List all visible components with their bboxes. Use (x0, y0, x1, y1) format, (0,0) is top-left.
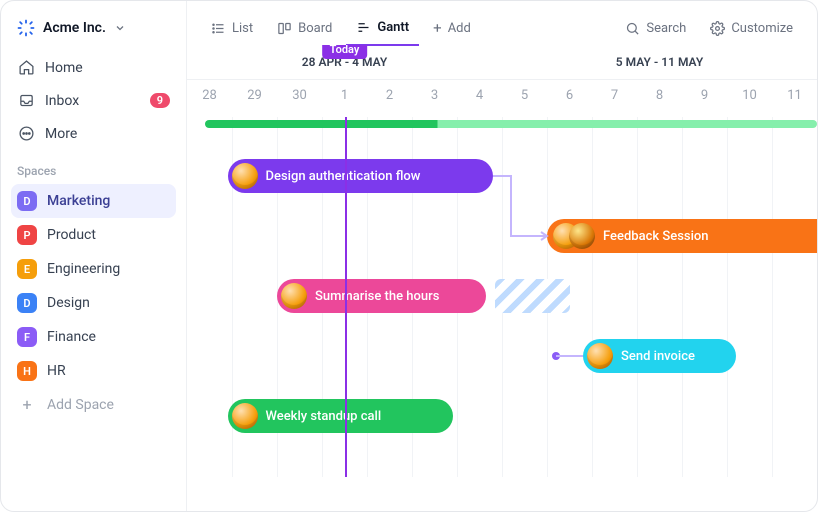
view-add[interactable]: + Add (423, 11, 481, 45)
nav-inbox-label: Inbox (45, 93, 79, 109)
timeline-days: 2829301234567891011Today (187, 80, 817, 117)
sidebar-space-finance[interactable]: F Finance (11, 320, 176, 354)
logo-icon (17, 19, 35, 37)
day-header: 30 (277, 80, 322, 117)
view-list-label: List (232, 21, 253, 36)
today-line (345, 117, 347, 477)
day-header: 5 (502, 80, 547, 117)
view-add-label: Add (448, 21, 471, 36)
gantt-task[interactable]: Summarise the hours (277, 279, 486, 313)
space-label: HR (47, 363, 66, 379)
sidebar-space-hr[interactable]: H HR (11, 354, 176, 388)
task-avatar (232, 403, 258, 429)
spaces-title: Spaces (11, 150, 176, 184)
day-header: 6 (547, 80, 592, 117)
space-label: Engineering (47, 261, 120, 277)
search-icon (625, 21, 640, 36)
inbox-badge: 9 (150, 93, 170, 108)
list-icon (211, 21, 226, 36)
view-gantt[interactable]: Gantt (346, 12, 419, 46)
week-label: 5 MAY - 11 MAY (502, 45, 817, 79)
board-icon (277, 21, 292, 36)
day-header: 8 (637, 80, 682, 117)
task-extension (495, 279, 569, 313)
space-badge: D (17, 191, 37, 211)
space-badge: F (17, 327, 37, 347)
space-label: Product (47, 227, 96, 243)
today-label: Today (322, 45, 368, 59)
sidebar-space-product[interactable]: P Product (11, 218, 176, 252)
toolbar: List Board Gantt + Add Search (187, 1, 817, 45)
day-header: 3 (412, 80, 457, 117)
nav-more-label: More (45, 126, 77, 142)
overall-progress-bar (205, 120, 817, 128)
timeline-weeks: 28 APR - 4 MAY 5 MAY - 11 MAY (187, 45, 817, 80)
day-header: 2 (367, 80, 412, 117)
search-button[interactable]: Search (615, 13, 696, 44)
inbox-icon (17, 92, 35, 109)
gantt-task[interactable]: Design authentication flow (228, 159, 494, 193)
nav-home-label: Home (45, 60, 83, 76)
gear-icon (710, 21, 725, 36)
dependency-dot (552, 352, 560, 360)
sidebar-space-engineering[interactable]: E Engineering (11, 252, 176, 286)
space-label: Marketing (47, 193, 110, 209)
day-header: 9 (682, 80, 727, 117)
view-board[interactable]: Board (267, 13, 342, 44)
space-badge: D (17, 293, 37, 313)
gantt-task[interactable]: Send invoice (583, 339, 736, 373)
customize-label: Customize (731, 21, 793, 36)
search-label: Search (646, 21, 686, 36)
workspace-name: Acme Inc. (43, 20, 106, 36)
plus-icon: + (17, 395, 37, 414)
day-header: 28 (187, 80, 232, 117)
task-label: Weekly standup call (266, 409, 382, 424)
home-icon (17, 59, 35, 76)
plus-icon: + (433, 19, 442, 37)
task-label: Design authentication flow (266, 169, 421, 184)
task-label: Send invoice (621, 349, 695, 364)
main: List Board Gantt + Add Search (187, 1, 817, 511)
space-badge: E (17, 259, 37, 279)
space-badge: P (17, 225, 37, 245)
task-avatar (281, 283, 307, 309)
task-avatar (232, 163, 258, 189)
task-avatar (587, 343, 613, 369)
space-label: Finance (47, 329, 96, 345)
chevron-down-icon (114, 22, 126, 34)
nav-home[interactable]: Home (11, 51, 176, 84)
view-list[interactable]: List (201, 13, 263, 44)
gantt-chart-area[interactable]: Design authentication flow Feedback Sessi… (187, 117, 817, 477)
nav-inbox[interactable]: Inbox 9 (11, 84, 176, 117)
gantt-task[interactable]: Feedback Session (547, 219, 817, 253)
day-header: 4 (457, 80, 502, 117)
day-header: 29 (232, 80, 277, 117)
view-board-label: Board (298, 21, 332, 36)
gantt-icon (356, 20, 371, 35)
sidebar: Acme Inc. Home Inbox 9 More Spaces D Mar… (1, 1, 187, 511)
day-header: 11 (772, 80, 817, 117)
task-label: Summarise the hours (315, 289, 439, 304)
day-header: 10 (727, 80, 772, 117)
day-header: 1 (322, 80, 367, 117)
add-space-label: Add Space (47, 397, 114, 413)
add-space-button[interactable]: + Add Space (11, 388, 176, 421)
day-header: 7 (592, 80, 637, 117)
nav-more[interactable]: More (11, 117, 176, 150)
task-label: Feedback Session (603, 229, 709, 244)
customize-button[interactable]: Customize (700, 13, 803, 44)
task-avatars (551, 223, 595, 249)
sidebar-space-marketing[interactable]: D Marketing (11, 184, 176, 218)
gantt-task[interactable]: Weekly standup call (228, 399, 453, 433)
space-label: Design (47, 295, 90, 311)
view-gantt-label: Gantt (377, 20, 409, 35)
sidebar-space-design[interactable]: D Design (11, 286, 176, 320)
workspace-switcher[interactable]: Acme Inc. (11, 13, 176, 51)
more-icon (17, 125, 35, 142)
space-badge: H (17, 361, 37, 381)
